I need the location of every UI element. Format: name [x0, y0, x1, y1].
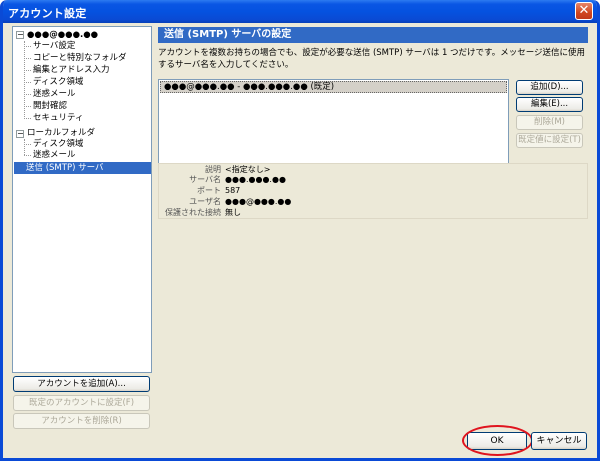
- account-tree[interactable]: − ●●●@●●●.●● サーバ設定 コピーと特別なフォルダ 編集とアドレス入力…: [12, 26, 152, 373]
- add-account-button[interactable]: アカウントを追加(A)...: [13, 376, 150, 392]
- highlight-circle: [462, 425, 533, 456]
- tree-item-receipts[interactable]: 開封確認: [33, 100, 67, 112]
- tree-item-junk[interactable]: 迷惑メール: [33, 88, 76, 100]
- edit-server-button[interactable]: 編集(E)...: [516, 97, 583, 112]
- description-text: アカウントを複数お持ちの場合でも、設定が必要な送信 (SMTP) サーバは 1 …: [158, 48, 586, 70]
- smtp-server-row[interactable]: ●●●@●●●.●● - ●●●.●●●.●● (既定): [160, 81, 507, 93]
- set-default-server-button[interactable]: 既定値に設定(T): [516, 133, 583, 148]
- detail-label: ポート: [197, 186, 221, 195]
- tree-item-security[interactable]: セキュリティ: [33, 112, 84, 124]
- cancel-button[interactable]: キャンセル: [531, 432, 587, 450]
- tree-item-local-junk[interactable]: 迷惑メール: [33, 149, 76, 161]
- window-title: アカウント設定: [8, 7, 87, 20]
- detail-value: 無し: [225, 208, 241, 217]
- detail-value: ●●●.●●●.●●: [225, 175, 286, 184]
- title-bar[interactable]: アカウント設定 ✕: [3, 0, 597, 23]
- detail-label: 説明: [205, 165, 221, 174]
- account-settings-window: アカウント設定 ✕ − ●●●@●●●.●● サーバ設定 コピーと特別なフォルダ…: [0, 0, 600, 461]
- delete-server-button[interactable]: 削除(M): [516, 115, 583, 130]
- detail-value: ●●●@●●●.●●: [225, 197, 292, 206]
- collapse-icon[interactable]: −: [16, 130, 24, 138]
- tree-item-smtp[interactable]: 送信 (SMTP) サーバ: [14, 162, 151, 174]
- server-details: 説明 <指定なし> サーバ名 ●●●.●●●.●● ポート 587 ユーザ名 ●…: [158, 163, 588, 219]
- set-default-account-button[interactable]: 既定のアカウントに設定(F): [13, 395, 150, 411]
- add-server-button[interactable]: 追加(D)...: [516, 80, 583, 95]
- detail-value: <指定なし>: [225, 165, 271, 174]
- detail-label: サーバ名: [189, 175, 221, 184]
- tree-item-server-settings[interactable]: サーバ設定: [33, 40, 75, 52]
- remove-account-button[interactable]: アカウントを削除(R): [13, 413, 150, 429]
- close-icon[interactable]: ✕: [575, 2, 593, 20]
- detail-label: ユーザ名: [189, 197, 221, 206]
- tree-item-composition[interactable]: 編集とアドレス入力: [33, 64, 110, 76]
- collapse-icon[interactable]: −: [16, 31, 24, 39]
- detail-value: 587: [225, 186, 241, 195]
- page-title: 送信 (SMTP) サーバの設定: [158, 27, 588, 43]
- detail-label: 保護された接続: [165, 208, 221, 217]
- tree-item-disk-space[interactable]: ディスク領域: [33, 76, 83, 88]
- tree-item-copies-folders[interactable]: コピーと特別なフォルダ: [33, 52, 127, 64]
